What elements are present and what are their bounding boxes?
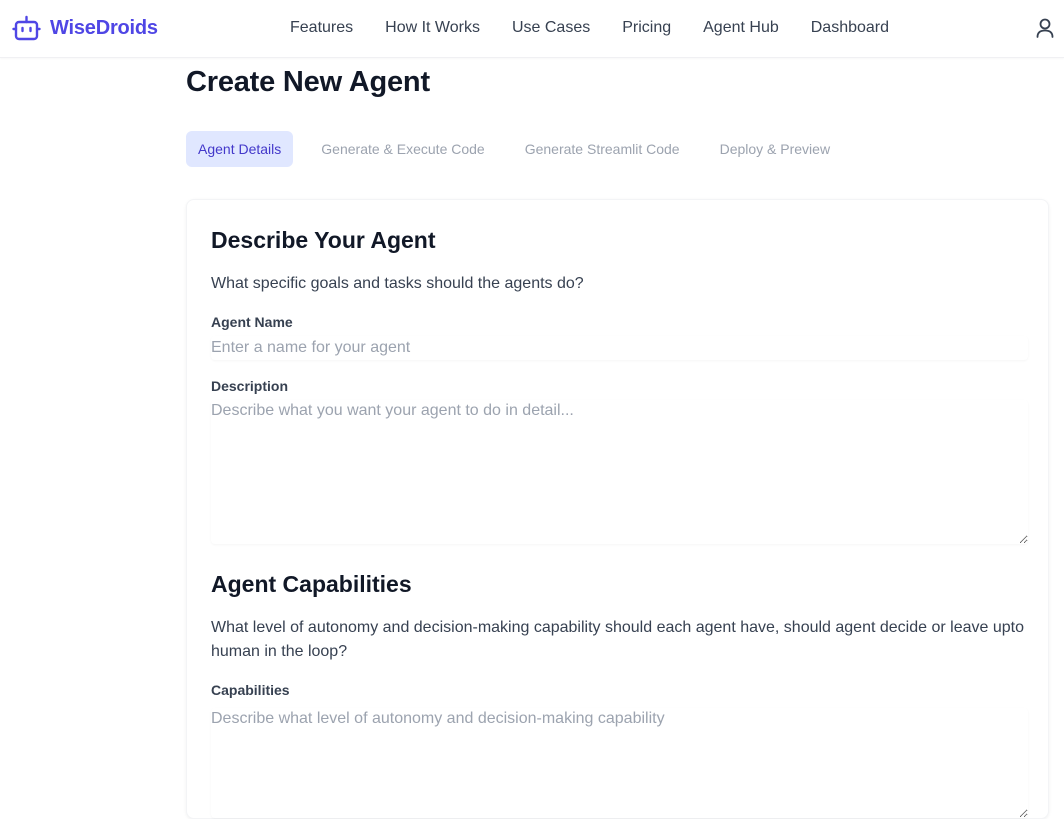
tab-generate-execute-code[interactable]: Generate & Execute Code bbox=[309, 131, 496, 167]
nav-features[interactable]: Features bbox=[290, 18, 353, 38]
description-label: Description bbox=[211, 378, 289, 394]
describe-section-title: Describe Your Agent bbox=[211, 227, 436, 253]
agent-name-label: Agent Name bbox=[211, 314, 293, 330]
capabilities-section-title: Agent Capabilities bbox=[211, 571, 412, 597]
nav-how-it-works[interactable]: How It Works bbox=[385, 18, 480, 38]
capabilities-section-description: What level of autonomy and decision-maki… bbox=[211, 619, 1024, 660]
nav-dashboard[interactable]: Dashboard bbox=[811, 18, 889, 38]
page-title: Create New Agent bbox=[186, 66, 430, 98]
user-icon bbox=[1036, 18, 1054, 38]
nav-agent-hub[interactable]: Agent Hub bbox=[703, 18, 779, 38]
top-nav-bar: WiseDroids Features How It Works Use Cas… bbox=[0, 0, 1064, 58]
tab-generate-streamlit-code[interactable]: Generate Streamlit Code bbox=[513, 131, 692, 167]
robot-icon bbox=[12, 15, 41, 41]
description-textarea[interactable] bbox=[211, 400, 1028, 544]
nav-use-cases[interactable]: Use Cases bbox=[512, 18, 590, 38]
capabilities-label: Capabilities bbox=[211, 682, 290, 698]
capabilities-textarea[interactable] bbox=[211, 708, 1028, 818]
tab-agent-details[interactable]: Agent Details bbox=[186, 131, 294, 167]
user-menu-button[interactable] bbox=[1035, 17, 1055, 39]
tab-deploy-preview[interactable]: Deploy & Preview bbox=[708, 131, 843, 167]
main-nav: Features How It Works Use Cases Pricing … bbox=[290, 18, 921, 38]
nav-pricing[interactable]: Pricing bbox=[622, 18, 671, 38]
brand-logo-link[interactable]: WiseDroids bbox=[12, 14, 158, 42]
agent-details-card: Describe Your Agent What specific goals … bbox=[186, 199, 1049, 819]
agent-name-input[interactable] bbox=[211, 336, 1028, 360]
step-tabs: Agent Details Generate & Execute Code Ge… bbox=[186, 131, 858, 167]
brand-name: WiseDroids bbox=[50, 16, 158, 39]
describe-section-description: What specific goals and tasks should the… bbox=[211, 275, 584, 292]
